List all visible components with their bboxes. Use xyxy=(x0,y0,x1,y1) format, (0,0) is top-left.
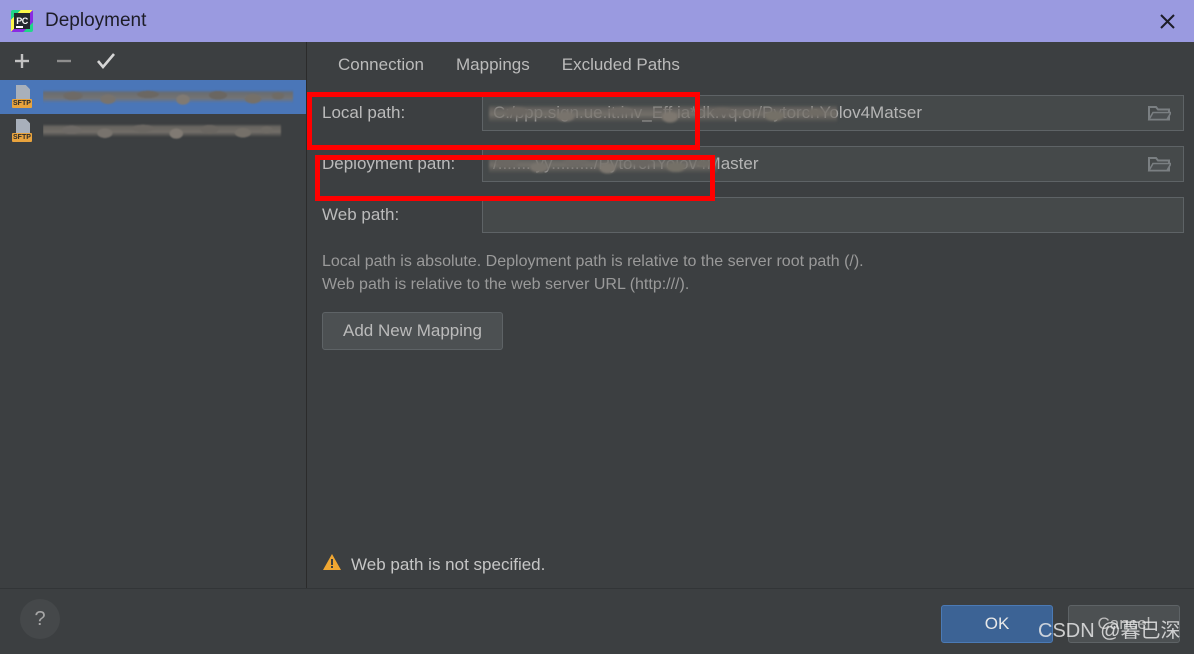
hint-line-1: Local path is absolute. Deployment path … xyxy=(322,253,864,270)
deployment-path-field[interactable]: /........yy........./PytorchYolov4Master xyxy=(482,146,1184,182)
warning-triangle-icon xyxy=(322,553,342,576)
server-list-item[interactable]: SFTP xyxy=(0,80,306,114)
plus-icon[interactable] xyxy=(10,49,34,73)
pycharm-icon: PC xyxy=(11,10,33,32)
local-path-field[interactable]: C:/ppp.sign.ue.it.inv_Eff.ia*dk.vq.or/Py… xyxy=(482,95,1184,131)
folder-icon[interactable] xyxy=(1135,147,1183,181)
minus-icon[interactable] xyxy=(52,49,76,73)
local-path-row: Local path: C:/ppp.sign.ue.it.inv_Eff.ia… xyxy=(308,92,1194,134)
sidebar-toolbar xyxy=(0,42,306,80)
deployment-path-label: Deployment path: xyxy=(322,154,456,173)
deployment-path-row: Deployment path: /........yy........./Py… xyxy=(308,143,1194,185)
server-name-redacted xyxy=(43,84,306,110)
deployment-path-redaction xyxy=(489,152,717,178)
sftp-server-icon: SFTP xyxy=(12,118,38,144)
web-path-field[interactable] xyxy=(482,197,1184,233)
window-title: Deployment xyxy=(45,10,147,31)
server-list-item[interactable]: SFTP xyxy=(0,114,306,148)
web-path-row: Web path: xyxy=(308,194,1194,236)
sftp-server-icon: SFTP xyxy=(12,84,38,110)
help-button[interactable]: ? xyxy=(20,599,60,639)
tab-bar: Connection Mappings Excluded Paths xyxy=(308,42,1194,87)
cancel-button[interactable]: Cancel xyxy=(1068,605,1180,643)
sftp-badge: SFTP xyxy=(12,133,32,142)
title-bar: PC Deployment xyxy=(0,0,1194,42)
close-icon[interactable] xyxy=(1140,0,1194,42)
server-list: SFTP SFTP xyxy=(0,80,306,148)
local-path-redaction xyxy=(489,101,837,127)
check-icon[interactable] xyxy=(94,49,118,73)
tab-excluded-paths[interactable]: Excluded Paths xyxy=(546,49,696,81)
deployment-dialog: PC Deployment SFTP SFTP Connection Mappi… xyxy=(0,0,1194,654)
folder-icon[interactable] xyxy=(1135,96,1183,130)
mappings-form: Local path: C:/ppp.sign.ue.it.inv_Eff.ia… xyxy=(308,87,1194,350)
sftp-badge: SFTP xyxy=(12,99,32,108)
server-sidebar: SFTP SFTP xyxy=(0,42,307,588)
validation-warning: Web path is not specified. xyxy=(322,553,545,576)
add-new-mapping-button[interactable]: Add New Mapping xyxy=(322,312,503,350)
ok-button[interactable]: OK xyxy=(941,605,1053,643)
settings-panel: Connection Mappings Excluded Paths Local… xyxy=(308,42,1194,588)
tab-mappings[interactable]: Mappings xyxy=(440,49,546,81)
server-name-redacted xyxy=(43,118,306,144)
local-path-label: Local path: xyxy=(322,103,406,122)
tab-connection[interactable]: Connection xyxy=(322,49,440,81)
web-path-label: Web path: xyxy=(322,205,400,224)
hint-line-2: Web path is relative to the web server U… xyxy=(322,276,690,293)
warning-text: Web path is not specified. xyxy=(351,554,546,574)
mapping-hint: Local path is absolute. Deployment path … xyxy=(308,250,1194,296)
